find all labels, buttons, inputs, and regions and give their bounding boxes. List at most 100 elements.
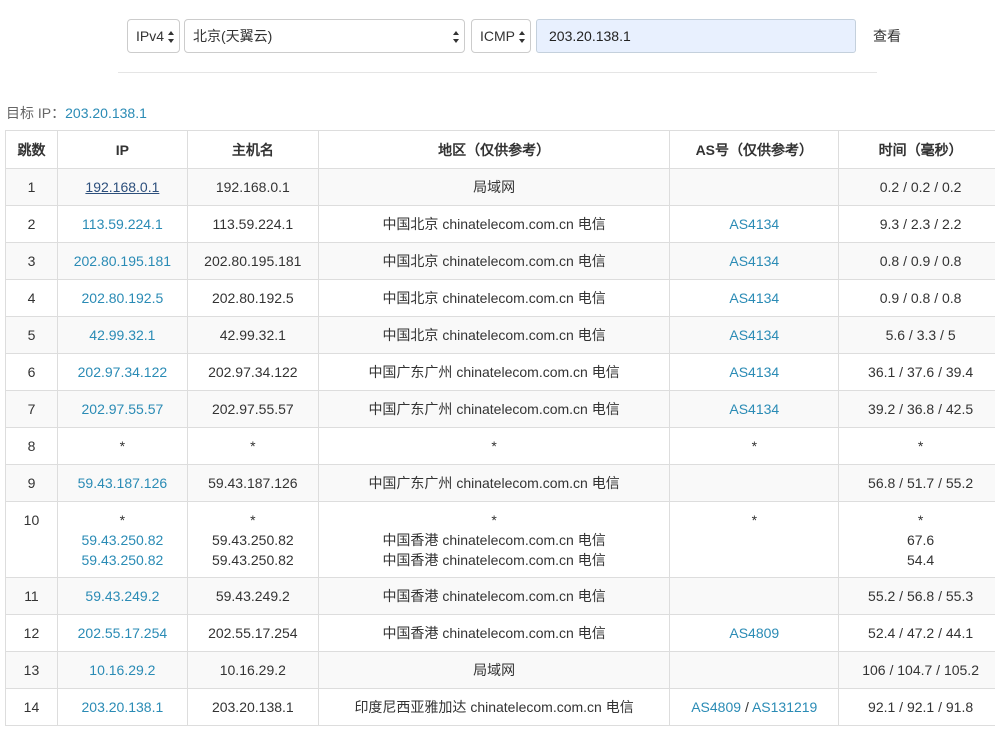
header-time: 时间（毫秒） [838, 130, 995, 169]
hop-cell: 11 [5, 577, 58, 615]
protocol-value: ICMP [480, 28, 515, 44]
time-cell: 0.8 / 0.9 / 0.8 [838, 242, 995, 280]
time-cell: 0.2 / 0.2 / 0.2 [838, 168, 995, 206]
as-cell: AS4809 / AS131219 [669, 688, 840, 726]
location-cell: 印度尼西亚雅加达 chinatelecom.com.cn 电信 [317, 688, 671, 726]
location-cell: 中国香港 chinatelecom.com.cn 电信 [317, 577, 671, 615]
location-line: * [491, 512, 497, 528]
location-cell: 中国北京 chinatelecom.com.cn 电信 [317, 242, 671, 280]
ip-version-select[interactable]: IPv4 [127, 19, 180, 53]
location-cell: 中国广东广州 chinatelecom.com.cn 电信 [317, 353, 671, 391]
hop-cell: 14 [5, 688, 58, 726]
location-cell: 中国广东广州 chinatelecom.com.cn 电信 [317, 464, 671, 502]
as-cell: AS4134 [669, 205, 840, 243]
ip-link[interactable]: 202.80.192.5 [82, 290, 164, 306]
ip-version-value: IPv4 [136, 28, 165, 44]
as-cell [669, 577, 840, 615]
time-line: * [917, 512, 924, 528]
as-link[interactable]: AS4134 [729, 290, 779, 306]
chevron-up-down-icon [168, 31, 174, 43]
time-cell: 52.4 / 47.2 / 44.1 [838, 614, 995, 652]
time-cell: 39.2 / 36.8 / 42.5 [838, 390, 995, 428]
hop-cell: 5 [5, 316, 58, 354]
time-cell: 55.2 / 56.8 / 55.3 [838, 577, 995, 615]
host-cell: 203.20.138.1 [186, 688, 319, 726]
traceroute-table: 跳数 IP 主机名 地区（仅供参考） AS号（仅供参考） 时间（毫秒） 1 19… [5, 130, 995, 726]
chevron-up-down-icon [519, 31, 525, 43]
ip-link[interactable]: 192.168.0.1 [85, 179, 159, 195]
table-row: 13 10.16.29.2 10.16.29.2 局域网 106 / 104.7… [5, 651, 995, 689]
as-cell: AS4134 [669, 242, 840, 280]
location-cell: 中国广东广州 chinatelecom.com.cn 电信 [317, 390, 671, 428]
hop-cell: 2 [5, 205, 58, 243]
ip-link[interactable]: 203.20.138.1 [82, 699, 164, 715]
ip-cell: 202.97.55.57 [56, 390, 188, 428]
target-ip-line: 目标 IP：203.20.138.1 [6, 103, 147, 123]
table-row: 9 59.43.187.126 59.43.187.126 中国广东广州 chi… [5, 464, 995, 502]
location-cell: 中国香港 chinatelecom.com.cn 电信 [317, 614, 671, 652]
time-cell: 56.8 / 51.7 / 55.2 [838, 464, 995, 502]
as-cell: AS4134 [669, 390, 840, 428]
ip-link[interactable]: 42.99.32.1 [89, 327, 155, 343]
ip-cell: 203.20.138.1 [56, 688, 188, 726]
host-cell: 59.43.249.2 [186, 577, 319, 615]
host-cell: 202.97.34.122 [186, 353, 319, 391]
ip-link[interactable]: 202.55.17.254 [78, 625, 168, 641]
hop-cell: 10 [5, 501, 58, 578]
ip-link[interactable]: 113.59.224.1 [82, 216, 163, 232]
query-toolbar: IPv4 北京(天翼云) ICMP 203.20.138.1 查看 [127, 19, 903, 53]
ip-cell: 202.55.17.254 [56, 614, 188, 652]
host-cell: 192.168.0.1 [186, 168, 319, 206]
ip-link[interactable]: 10.16.29.2 [89, 662, 155, 678]
host-cell: 42.99.32.1 [186, 316, 319, 354]
location-cell: 局域网 [317, 168, 671, 206]
location-line: 中国香港 chinatelecom.com.cn 电信 [382, 552, 606, 568]
ip-cell: 113.59.224.1 [56, 205, 188, 243]
table-row: 6 202.97.34.122 202.97.34.122 中国广东广州 chi… [5, 353, 995, 391]
host-cell: * [186, 427, 319, 465]
as-link[interactable]: AS4134 [729, 216, 779, 232]
time-cell: 5.6 / 3.3 / 5 [838, 316, 995, 354]
ip-link[interactable]: 59.43.187.126 [78, 475, 168, 491]
as-link[interactable]: AS131219 [752, 699, 817, 715]
as-cell: AS4134 [669, 279, 840, 317]
time-line: 67.6 [906, 532, 935, 548]
node-select[interactable]: 北京(天翼云) [184, 19, 465, 53]
location-cell: 中国北京 chinatelecom.com.cn 电信 [317, 205, 671, 243]
ip-link[interactable]: 59.43.250.82 [58, 530, 187, 550]
as-link[interactable]: AS4809 [691, 699, 741, 715]
ip-link[interactable]: 59.43.250.82 [58, 550, 187, 570]
chevron-up-down-icon [453, 31, 459, 43]
time-cell: 0.9 / 0.8 / 0.8 [838, 279, 995, 317]
target-ip-input[interactable]: 203.20.138.1 [536, 19, 856, 53]
hop-cell: 4 [5, 279, 58, 317]
as-link[interactable]: AS4134 [729, 327, 779, 343]
table-row: 3 202.80.195.181 202.80.195.181 中国北京 chi… [5, 242, 995, 280]
as-link[interactable]: AS4809 [729, 625, 779, 641]
hop-cell: 13 [5, 651, 58, 689]
ip-link[interactable]: 202.80.195.181 [74, 253, 171, 269]
ip-cell: 202.97.34.122 [56, 353, 188, 391]
time-cell: 106 / 104.7 / 105.2 [838, 651, 995, 689]
host-line: 59.43.250.82 [211, 532, 294, 548]
header-location: 地区（仅供参考） [317, 130, 671, 169]
host-cell: * 59.43.250.82 59.43.250.82 [186, 501, 319, 578]
as-link[interactable]: AS4134 [729, 253, 779, 269]
ip-cell: * 59.43.250.82 59.43.250.82 [56, 501, 188, 578]
ip-cell: 192.168.0.1 [56, 168, 188, 206]
table-row: 1 192.168.0.1 192.168.0.1 局域网 0.2 / 0.2 … [5, 168, 995, 206]
target-ip-input-value: 203.20.138.1 [549, 28, 631, 44]
hop-cell: 12 [5, 614, 58, 652]
as-link[interactable]: AS4134 [729, 401, 779, 417]
view-button[interactable]: 查看 [873, 26, 903, 46]
ip-link[interactable]: 59.43.249.2 [85, 588, 159, 604]
ip-cell: 42.99.32.1 [56, 316, 188, 354]
table-row: 10 * 59.43.250.82 59.43.250.82 * 59.43.2… [5, 501, 995, 578]
header-host: 主机名 [186, 130, 319, 169]
host-cell: 202.80.192.5 [186, 279, 319, 317]
protocol-select[interactable]: ICMP [471, 19, 531, 53]
ip-cell: 202.80.195.181 [56, 242, 188, 280]
ip-link[interactable]: 202.97.55.57 [82, 401, 164, 417]
ip-link[interactable]: 202.97.34.122 [78, 364, 168, 380]
as-link[interactable]: AS4134 [729, 364, 779, 380]
